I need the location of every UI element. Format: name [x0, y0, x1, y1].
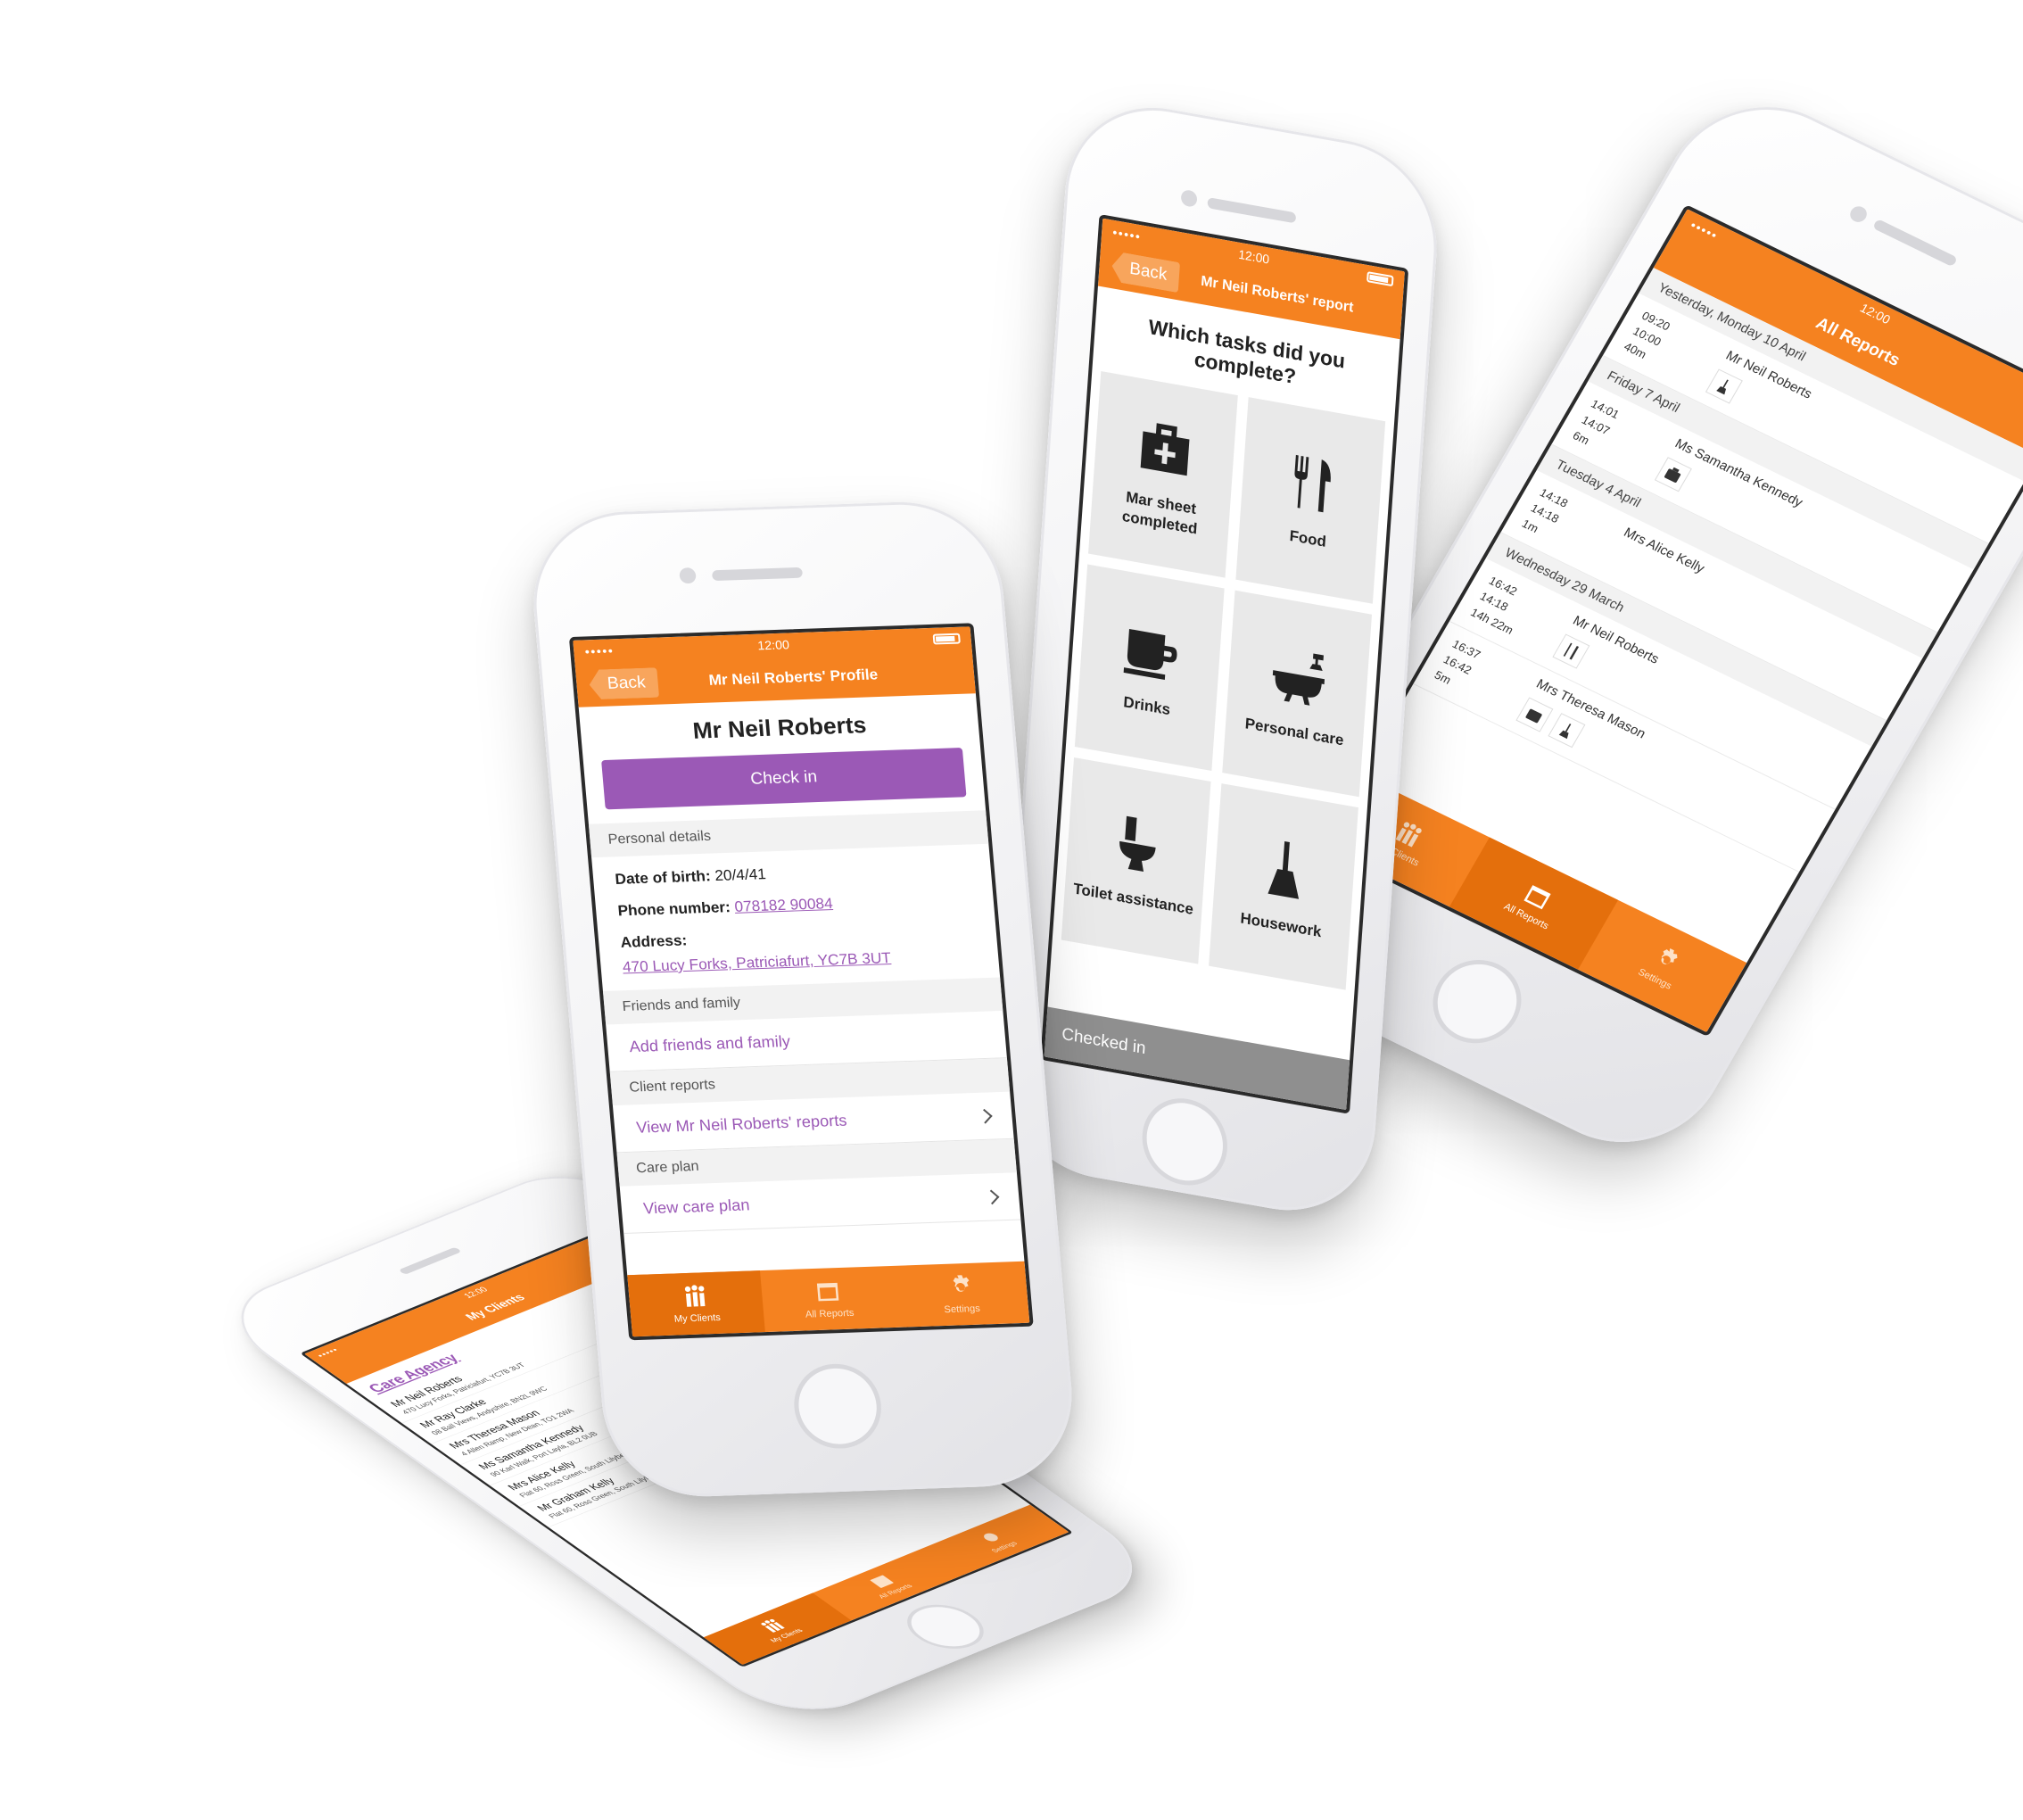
broom-icon: [1705, 368, 1743, 404]
mug-icon: [1123, 628, 1177, 680]
tab-all-reports[interactable]: All Reports: [760, 1266, 897, 1332]
reports-icon: [816, 1282, 839, 1302]
cutlery-icon: [1293, 454, 1331, 513]
people-icon: [685, 1285, 706, 1307]
chevron-right-icon: [984, 1189, 1000, 1204]
bathtub-icon: [1272, 653, 1325, 706]
tab-bar: My Clients All Reports Settings: [627, 1261, 1030, 1337]
phone-client-profile: ●●●●● 12:00 Back Mr Neil Roberts' Profile…: [525, 499, 1080, 1500]
phone-link[interactable]: 078182 90084: [734, 895, 834, 915]
broom-icon: [1267, 840, 1299, 899]
task-tile-housework[interactable]: Housework: [1209, 783, 1358, 990]
tab-bar: My Clients All Reports Settings: [703, 1504, 1069, 1665]
task-tile-personal-care[interactable]: Personal care: [1222, 590, 1373, 798]
cutlery-icon: [1552, 633, 1590, 669]
medical-bag-icon: [1654, 457, 1692, 492]
device-mockup-scene: ●●●●● 12:00 My Clients Care Agency Mr Nei…: [0, 0, 2023, 1820]
back-button[interactable]: Back: [588, 667, 659, 699]
task-tile-mar-sheet[interactable]: Mar sheet completed: [1088, 371, 1238, 578]
tab-my-clients[interactable]: My Clients: [627, 1270, 765, 1337]
profile-title: Mr Neil Roberts' Profile: [707, 666, 879, 689]
tab-settings[interactable]: Settings: [892, 1262, 1029, 1328]
phone-task-report: ●●●●● 12:00 Back Mr Neil Roberts' report …: [997, 92, 1443, 1226]
chevron-right-icon: [977, 1108, 993, 1124]
medical-bag-icon: [1515, 697, 1554, 732]
back-button[interactable]: Back: [1111, 251, 1180, 293]
task-tile-drinks[interactable]: Drinks: [1074, 564, 1225, 772]
toilet-icon: [1119, 815, 1156, 872]
broom-icon: [1548, 712, 1586, 748]
task-grid: Mar sheet completed Food Drinks Personal…: [1053, 369, 1394, 991]
task-tile-toilet-assistance[interactable]: Toilet assistance: [1061, 757, 1211, 964]
checked-in-status: Checked in: [1044, 1006, 1350, 1111]
medical-bag-icon: [1140, 423, 1189, 476]
task-tile-food[interactable]: Food: [1235, 397, 1386, 604]
gear-icon: [953, 1275, 970, 1292]
